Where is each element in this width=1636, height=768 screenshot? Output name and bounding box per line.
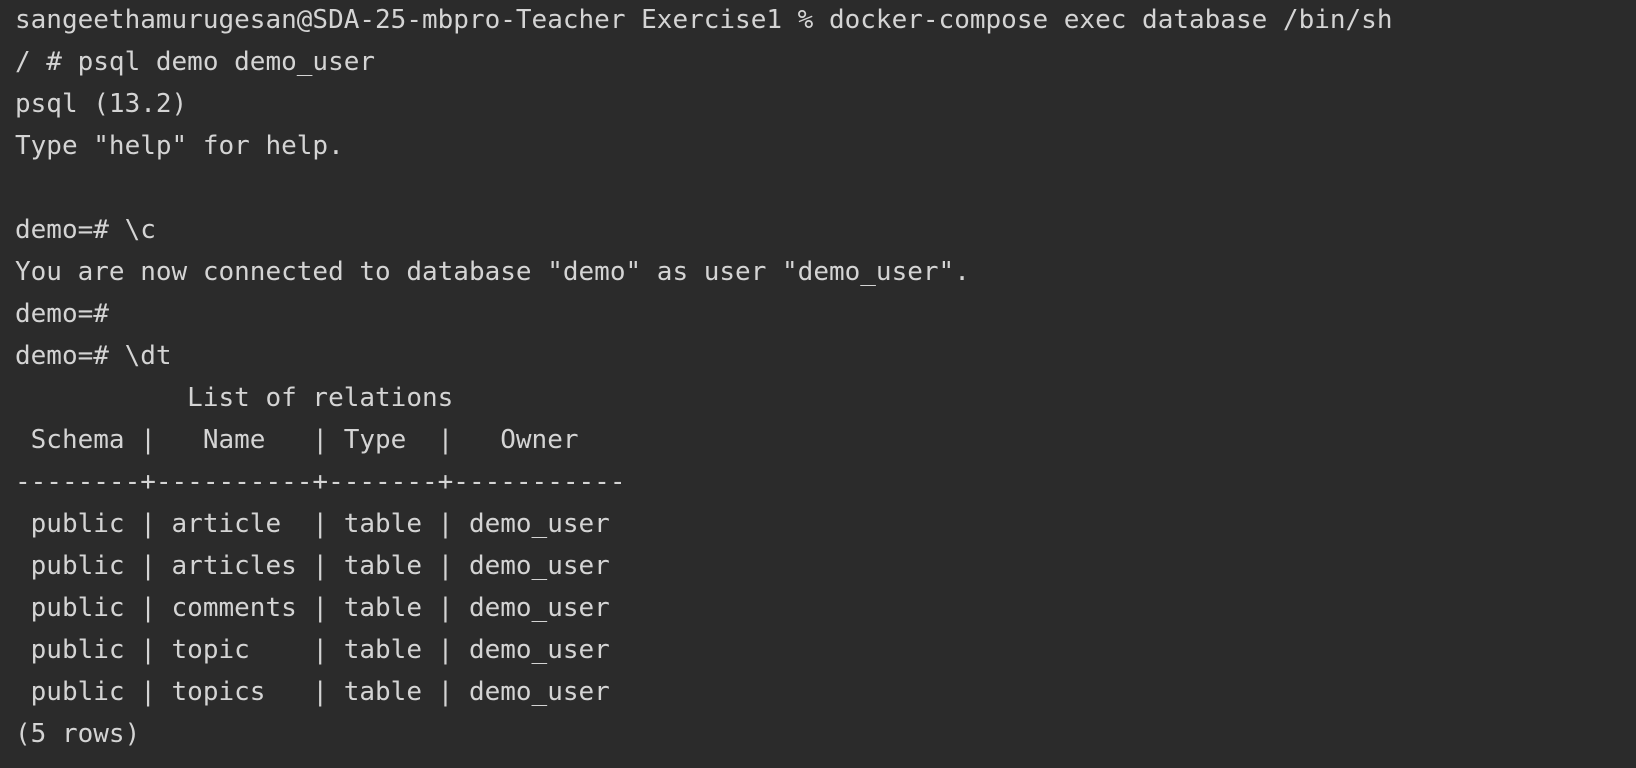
help-hint-line: Type "help" for help. [15,131,344,161]
terminal-window[interactable]: sangeethamurugesan@SDA-25-mbpro-Teacher … [0,0,1636,767]
table-row: public | topic | table | demo_user [15,635,610,665]
list-tables-command-line: demo=# \dt [15,341,172,371]
connect-command-line: demo=# \c [15,215,156,245]
shell-prompt-command-line: sangeethamurugesan@SDA-25-mbpro-Teacher … [15,5,1393,35]
connection-message-line: You are now connected to database "demo"… [15,257,970,287]
table-row: public | articles | table | demo_user [15,551,610,581]
relations-header-line: Schema | Name | Type | Owner [15,425,579,455]
relations-separator-line: --------+----------+-------+----------- [15,467,626,497]
empty-prompt-line: demo=# [15,299,109,329]
psql-command-line: / # psql demo demo_user [15,47,376,77]
relations-title-line: List of relations [15,383,454,413]
table-row: public | comments | table | demo_user [15,593,610,623]
row-count-line: (5 rows) [15,719,141,749]
table-row: public | topics | table | demo_user [15,677,610,707]
table-row: public | article | table | demo_user [15,509,610,539]
psql-version-line: psql (13.2) [15,89,188,119]
